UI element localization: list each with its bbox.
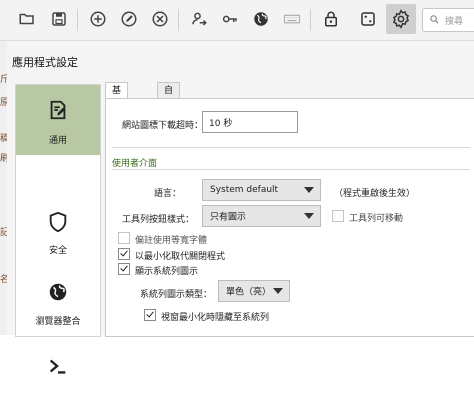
delete-icon [152,11,168,27]
show-tray-icon-checkbox[interactable] [118,263,130,275]
minimize-instead-close-checkbox[interactable] [118,248,130,260]
tray-icon-type-select[interactable]: 單色（亮） [218,280,290,302]
delete-entry-button[interactable] [147,6,173,32]
keyboard-icon [283,14,301,24]
show-tray-icon-label: 顯示系統列圖示 [135,267,199,277]
gear-icon [392,9,410,29]
open-folder-icon [19,13,34,25]
save-icon [52,12,66,26]
auto-type-button[interactable] [279,6,305,32]
favicon-timeout-label: 網站圖標下載超時： [122,121,204,131]
dice-icon [361,12,375,26]
prefer-monospace-checkbox[interactable] [118,232,130,244]
key-icon [222,15,237,23]
edit-icon [121,11,137,27]
hide-to-tray-label: 視窗最小化時隱藏至系統列 [161,313,270,323]
dialog-title: 應用程式設定 [12,56,78,69]
ui-section-title: 使用者介面 [112,159,158,169]
terminal-icon [49,359,66,374]
language-note: （程式重啟後生效） [334,189,416,199]
toolbar-movable-label: 工具列可移動 [349,214,404,224]
toolbar-movable-checkbox[interactable] [332,210,344,222]
prefer-monospace-label: 偏註使用等寬字體 [135,236,208,246]
sidebar-item-terminal[interactable] [16,335,100,405]
chevron-down-icon [304,187,314,193]
globe-icon [254,12,268,26]
sidebar-item-label: 瀏覽器整合 [35,317,81,327]
toolbar-style-select[interactable]: 只有圖示 [202,205,321,227]
copy-password-button[interactable] [217,6,243,32]
tab-basic-settings[interactable]: 基本設定 [105,82,129,144]
application-settings-dialog: 應用程式設定 通用 安全 瀏覽器整合 基本設定 自動輸入 網站圖標下載超時： 1… [7,41,474,374]
section-divider [112,169,470,170]
search-input[interactable]: 搜尋 [422,8,474,32]
copy-username-button[interactable] [186,6,212,32]
chevron-down-icon [273,288,283,294]
open-url-button[interactable] [248,6,274,32]
language-label: 語言： [154,189,182,199]
tray-icon-type-label: 系統列圖示類型： [140,290,213,300]
globe-icon [49,283,67,301]
search-icon [430,15,439,24]
settings-button[interactable] [386,4,416,34]
add-icon [90,11,106,27]
chevron-down-icon [304,213,314,219]
sidebar-item-security[interactable]: 安全 [16,199,100,269]
save-button[interactable] [46,6,72,32]
language-select[interactable]: System default [202,179,321,201]
section-divider [112,147,470,148]
search-placeholder: 搜尋 [445,17,464,27]
open-folder-button[interactable] [14,6,40,32]
tab-auto-type[interactable]: 自動輸入 [157,82,181,144]
sidebar-item-general[interactable]: 通用 [16,85,100,155]
sidebar-item-browser-integration[interactable]: 瀏覽器整合 [16,265,100,335]
sidebar-item-label: 安全 [48,246,67,256]
toolbar-style-label: 工具列按鈕樣式： [122,215,195,225]
user-transfer-icon [192,12,207,26]
main-toolbar: 搜尋 [0,0,474,41]
favicon-timeout-value: 10 秒 [209,119,233,129]
settings-sidebar: 通用 安全 瀏覽器整合 [15,84,101,374]
favicon-timeout-spinbox[interactable]: 10 秒 [202,111,298,133]
lock-icon [325,11,337,27]
minimize-instead-close-label: 以最小化取代關閉程式 [135,252,226,262]
add-entry-button[interactable] [85,6,111,32]
shield-icon [49,211,67,233]
password-generator-button[interactable] [355,6,381,32]
hide-to-tray-checkbox[interactable] [144,309,156,321]
lock-database-button[interactable] [318,6,344,32]
edit-entry-button[interactable] [116,6,142,32]
sidebar-item-label: 通用 [48,136,67,146]
settings-panel: 網站圖標下載超時： 10 秒 使用者介面 語言： System default … [105,98,474,337]
document-edit-icon [50,100,66,120]
